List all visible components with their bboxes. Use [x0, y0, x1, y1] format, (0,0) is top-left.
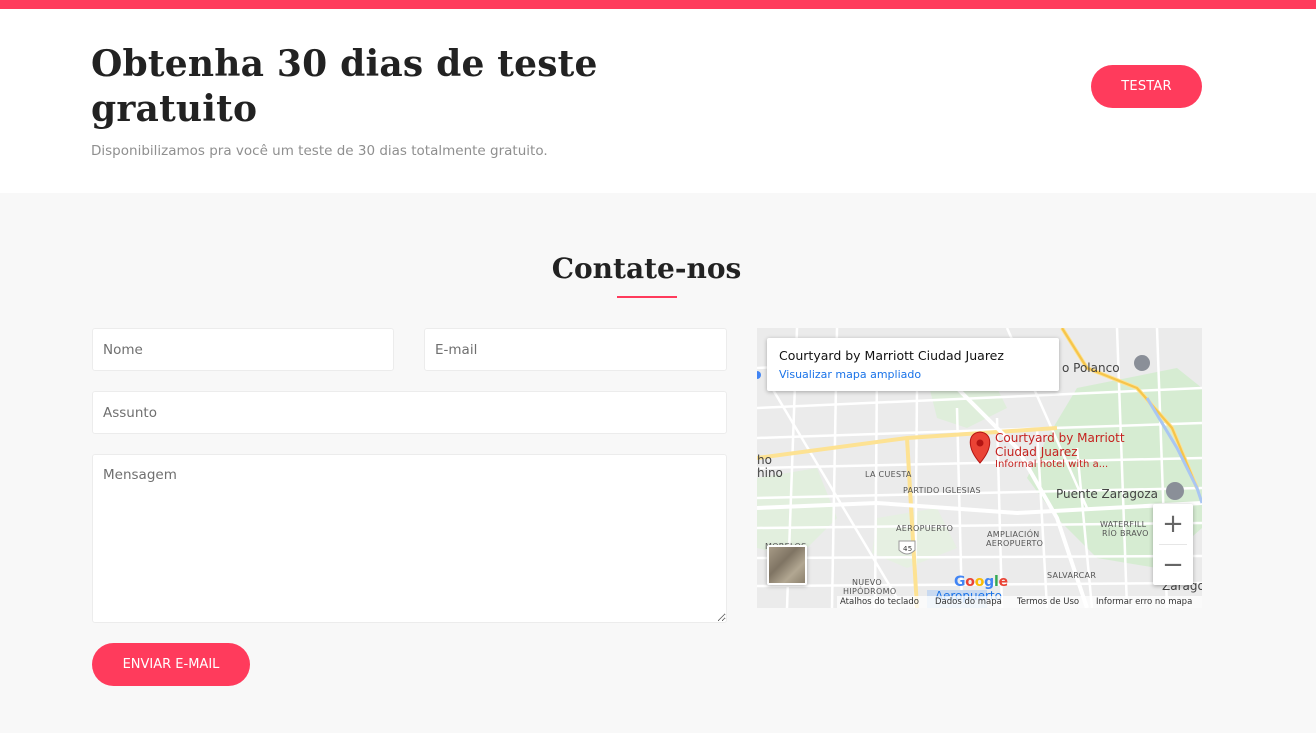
google-letter: o	[965, 574, 975, 590]
map-label-ampliacion-aeropuerto: AEROPUERTO	[986, 539, 1044, 548]
map-label-aeropuerto: AEROPUERTO	[896, 524, 954, 533]
trial-subtitle: Disponibilizamos pra você um teste de 30…	[91, 143, 548, 159]
map-label-hino: hino	[757, 466, 783, 480]
map-label-hipodromo: HIPÓDROMO	[843, 587, 897, 596]
terms-link[interactable]: Termos de Uso	[1017, 596, 1079, 608]
email-field[interactable]	[424, 328, 727, 371]
map-label-partido-iglesias: PARTIDO IGLESIAS	[903, 486, 981, 495]
top-accent-bar	[0, 0, 1316, 9]
google-logo: Google	[954, 574, 1008, 590]
contact-title: Contate-nos	[551, 252, 742, 285]
report-error-link[interactable]: Informar erro no mapa	[1096, 596, 1192, 608]
name-field[interactable]	[92, 328, 394, 371]
zoom-control: + −	[1153, 504, 1193, 585]
map-attribution: Atalhos do teclado Dados do mapa Termos …	[837, 596, 1202, 608]
map-label-nuevo: NUEVO	[852, 578, 883, 587]
map-data-link[interactable]: Dados do mapa	[935, 596, 1002, 608]
satellite-toggle[interactable]	[767, 545, 807, 585]
title-underline	[617, 296, 677, 298]
subject-field[interactable]	[92, 391, 727, 434]
map-label-polanco: o Polanco	[1062, 361, 1120, 375]
poi-name-line2[interactable]: Ciudad Juarez	[995, 446, 1078, 459]
trial-banner: Obtenha 30 dias de teste gratuito Dispon…	[0, 9, 1316, 193]
view-larger-map-link[interactable]: Visualizar mapa ampliado	[779, 368, 921, 381]
zoom-in-button[interactable]: +	[1153, 504, 1193, 544]
map-label-salvarcar: SALVARCAR	[1047, 571, 1097, 580]
google-letter: e	[998, 574, 1009, 590]
map-embed[interactable]: o Polanco ho hino LA CUESTA PARTIDO IGLE…	[757, 328, 1202, 608]
map-label-la-cuesta: LA CUESTA	[865, 470, 912, 479]
try-button[interactable]: Testar	[1091, 65, 1202, 108]
map-info-title: Courtyard by Marriott Ciudad Juarez	[779, 348, 1004, 363]
poi-description: Informal hotel with a...	[995, 459, 1109, 470]
send-email-button[interactable]: Enviar E-mail	[92, 643, 250, 686]
keyboard-shortcuts-link[interactable]: Atalhos do teclado	[840, 596, 919, 608]
route-number: 45	[903, 545, 913, 553]
message-field[interactable]	[92, 454, 727, 623]
map-label-ampliacion: AMPLIACIÓN	[987, 530, 1040, 539]
zoom-out-button[interactable]: −	[1153, 545, 1193, 585]
trial-title: Obtenha 30 dias de teste gratuito	[91, 43, 598, 130]
map-label-waterfill: WATERFILL	[1100, 520, 1147, 529]
google-letter: g	[984, 574, 994, 590]
map-label-puente-zaragoza: Puente Zaragoza	[1056, 487, 1158, 501]
map-label-rio-bravo: RÍO BRAVO	[1102, 529, 1149, 538]
google-letter: G	[954, 574, 966, 590]
poi-name-line1[interactable]: Courtyard by Marriott	[995, 432, 1125, 445]
google-letter: o	[974, 574, 985, 590]
map-info-card: Courtyard by Marriott Ciudad Juarez Visu…	[767, 338, 1059, 391]
